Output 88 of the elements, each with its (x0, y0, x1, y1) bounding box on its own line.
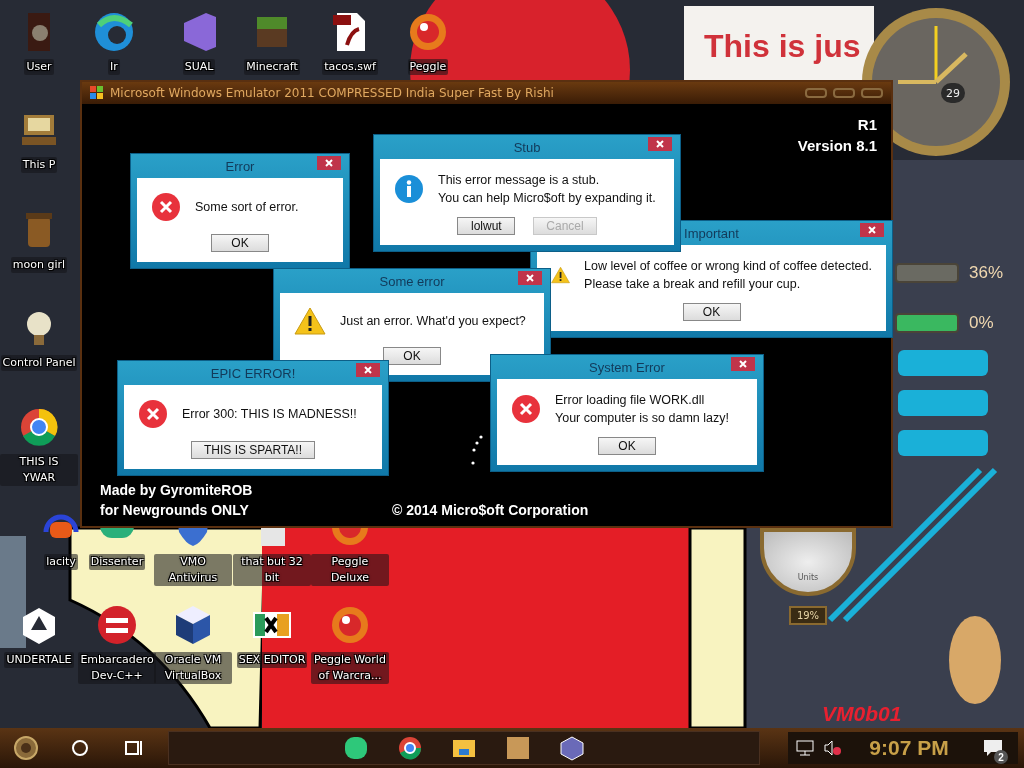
close-button[interactable] (861, 88, 883, 98)
dialog-message: Some sort of error. (195, 200, 299, 214)
error-icon (511, 394, 541, 424)
dialog-button[interactable]: OK (682, 303, 741, 321)
muted-speaker-icon[interactable] (824, 740, 842, 756)
photo-placeholder (505, 735, 531, 761)
desktop-icon-label[interactable]: SUAL (182, 59, 216, 75)
info-icon (394, 174, 424, 204)
network-icon[interactable] (796, 740, 814, 756)
notification-count: 2 (994, 750, 1008, 764)
meter-reading: 0% (969, 313, 994, 333)
dialog-message: Just an error. What'd you expect? (340, 314, 526, 328)
desktop-icon-label[interactable]: Embarcadero Dev-C++ (78, 652, 156, 684)
desktop-icon-label[interactable]: Dissenter (88, 554, 146, 570)
meter-reading: 36% (969, 263, 1004, 283)
swirl-icon[interactable] (93, 11, 135, 53)
close-button[interactable] (731, 357, 755, 371)
desktop-icon-label[interactable]: VMO Antivirus (154, 554, 232, 586)
dialog-title: Stub (513, 139, 541, 155)
close-button[interactable] (317, 156, 341, 170)
dialog-button[interactable]: OK (211, 234, 269, 252)
desktop-icon-label[interactable]: tacos.swf (322, 59, 378, 75)
dialog-message: Low level of coffee or wrong kind of coffee detected. (584, 259, 872, 273)
close-icon (868, 226, 876, 234)
dialog-message: You can help Micro$oft by expanding it. (438, 191, 656, 205)
window-title: Microsoft Windows Emulator 2011 COMPRESSED India Super Fast By Rishi (110, 86, 555, 100)
dialog-title: EPIC ERROR! (210, 365, 296, 381)
dialog-title: System Error (589, 359, 665, 375)
dialog-title: Some error (379, 273, 445, 289)
minimize-button[interactable] (805, 88, 827, 98)
desktop-icon-label[interactable]: Peggle Deluxe (311, 554, 389, 586)
dialog-message: Your computer is so damn lazy! (555, 411, 729, 425)
close-icon (325, 159, 333, 167)
close-icon (526, 274, 534, 282)
dialog-button[interactable]: OK (598, 437, 656, 455)
dialog-message: Error loading file WORK.dll (555, 393, 706, 407)
gauge-unit: Units (797, 573, 819, 582)
dialog-message: This error message is a stub. (438, 173, 601, 187)
note-text: This is jus (704, 28, 861, 66)
close-button[interactable] (356, 363, 380, 377)
meter-tube (895, 313, 959, 333)
dialog-button[interactable]: OK (383, 347, 441, 365)
cube-icon (559, 735, 585, 761)
gear-icon (13, 735, 39, 761)
version-code: R1 (857, 116, 877, 133)
notifications-button[interactable]: 2 (976, 732, 1010, 764)
error-icon (138, 399, 168, 429)
version-text: Version 8.1 (797, 137, 877, 154)
warning-icon (294, 307, 326, 335)
desktop-icon-label[interactable]: User (24, 59, 54, 75)
desktop-icon-label[interactable]: Minecraft (244, 59, 300, 75)
clock-time[interactable]: 9:07 PM (869, 736, 949, 760)
close-icon (739, 360, 747, 368)
windows-flag-icon (90, 86, 104, 100)
copyright-text: © 2014 Micro$oft Corporation (392, 502, 589, 518)
close-button[interactable] (648, 137, 672, 151)
desktop-text: VM0b01 (822, 702, 902, 726)
desktop-icon-label[interactable]: Peggle World of Warcra... (311, 652, 389, 684)
close-icon (656, 140, 664, 148)
desktop-icon-label[interactable]: THIS IS YWAR (0, 454, 78, 486)
dialog-title: Error (225, 158, 255, 174)
chat-bubble-icon (343, 735, 369, 761)
desktop-icon-label[interactable]: Ir (108, 59, 120, 75)
disc-icon[interactable] (96, 604, 138, 646)
credit-text: Made by GyromiteROB (100, 482, 253, 498)
desktop-icon-label[interactable]: This P (20, 157, 58, 173)
desktop-icon-label[interactable]: Peggle (407, 59, 449, 75)
close-button[interactable] (518, 271, 542, 285)
desktop-icon-label[interactable]: SEX EDITOR (236, 652, 308, 668)
loading-spinner-icon (470, 434, 484, 466)
ring-icon[interactable] (18, 406, 60, 448)
dialog-message: Please take a break and refill your cup. (584, 277, 802, 291)
maximize-button[interactable] (833, 88, 855, 98)
dialog-button[interactable]: THIS IS SPARTA!! (191, 441, 315, 459)
close-icon (364, 366, 372, 374)
desktop-icon-label[interactable]: lacity (44, 554, 78, 570)
ball-icon[interactable] (407, 11, 449, 53)
credit-text: for Newgrounds ONLY (100, 502, 250, 518)
dialog-title: Important (684, 225, 739, 241)
dialog-button[interactable]: lolwut (457, 217, 516, 235)
error-icon (151, 192, 181, 222)
ring-icon (397, 735, 423, 761)
desktop-icon-label[interactable]: moon girl (10, 257, 68, 273)
gauge-reading: 19% (788, 606, 828, 625)
meter-tube (895, 263, 959, 283)
close-button[interactable] (860, 223, 884, 237)
dialog-message: Error 300: THIS IS MADNESS!! (182, 407, 357, 421)
desktop-icon-label[interactable]: Control Panel (0, 355, 78, 371)
